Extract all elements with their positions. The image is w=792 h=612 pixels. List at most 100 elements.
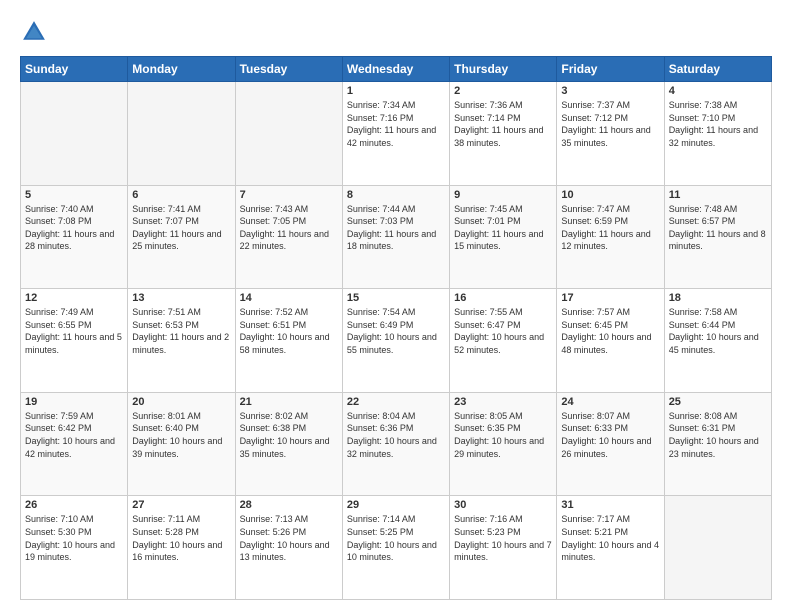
- calendar-table: SundayMondayTuesdayWednesdayThursdayFrid…: [20, 56, 772, 600]
- calendar-row: 19 Sunrise: 7:59 AMSunset: 6:42 PMDayligh…: [21, 392, 772, 496]
- day-number: 7: [240, 189, 338, 201]
- day-number: 12: [25, 292, 123, 304]
- logo: [20, 18, 52, 46]
- weekday-header-cell: Friday: [557, 57, 664, 82]
- day-number: 1: [347, 85, 445, 97]
- weekday-header-cell: Thursday: [450, 57, 557, 82]
- cell-info: Sunrise: 7:57 AMSunset: 6:45 PMDaylight:…: [561, 306, 659, 356]
- day-number: 5: [25, 189, 123, 201]
- calendar-cell: 24 Sunrise: 8:07 AMSunset: 6:33 PMDayligh…: [557, 392, 664, 496]
- calendar-cell: 10Sunrise: 7:47 AMSunset: 6:59 PMDayligh…: [557, 185, 664, 289]
- day-number: 27: [132, 499, 230, 511]
- calendar-cell: 8 Sunrise: 7:44 AMSunset: 7:03 PMDaylight…: [342, 185, 449, 289]
- cell-info: Sunrise: 7:51 AMSunset: 6:53 PMDaylight:…: [132, 306, 230, 356]
- calendar-cell: [664, 496, 771, 600]
- day-number: 23: [454, 396, 552, 408]
- weekday-header-cell: Sunday: [21, 57, 128, 82]
- cell-info: Sunrise: 8:02 AMSunset: 6:38 PMDaylight:…: [240, 410, 338, 460]
- day-number: 6: [132, 189, 230, 201]
- calendar-cell: [21, 82, 128, 186]
- day-number: 25: [669, 396, 767, 408]
- cell-info: Sunrise: 7:37 AMSunset: 7:12 PMDaylight:…: [561, 99, 659, 149]
- calendar-cell: 9 Sunrise: 7:45 AMSunset: 7:01 PMDaylight…: [450, 185, 557, 289]
- cell-info: Sunrise: 8:04 AMSunset: 6:36 PMDaylight:…: [347, 410, 445, 460]
- day-number: 4: [669, 85, 767, 97]
- day-number: 8: [347, 189, 445, 201]
- cell-info: Sunrise: 7:44 AMSunset: 7:03 PMDaylight:…: [347, 203, 445, 253]
- calendar-cell: 28Sunrise: 7:13 AMSunset: 5:26 PMDayligh…: [235, 496, 342, 600]
- calendar-cell: 2 Sunrise: 7:36 AMSunset: 7:14 PMDaylight…: [450, 82, 557, 186]
- day-number: 14: [240, 292, 338, 304]
- calendar-cell: 22Sunrise: 8:04 AMSunset: 6:36 PMDayligh…: [342, 392, 449, 496]
- calendar-cell: 6 Sunrise: 7:41 AMSunset: 7:07 PMDaylight…: [128, 185, 235, 289]
- cell-info: Sunrise: 7:36 AMSunset: 7:14 PMDaylight:…: [454, 99, 552, 149]
- calendar-cell: 21 Sunrise: 8:02 AMSunset: 6:38 PMDayligh…: [235, 392, 342, 496]
- calendar-cell: 16 Sunrise: 7:55 AMSunset: 6:47 PMDayligh…: [450, 289, 557, 393]
- cell-info: Sunrise: 7:11 AMSunset: 5:28 PMDaylight:…: [132, 513, 230, 563]
- day-number: 2: [454, 85, 552, 97]
- day-number: 13: [132, 292, 230, 304]
- calendar-cell: 12 Sunrise: 7:49 AMSunset: 6:55 PMDayligh…: [21, 289, 128, 393]
- logo-icon: [20, 18, 48, 46]
- calendar-cell: 15Sunrise: 7:54 AMSunset: 6:49 PMDayligh…: [342, 289, 449, 393]
- day-number: 11: [669, 189, 767, 201]
- header: [20, 18, 772, 46]
- day-number: 19: [25, 396, 123, 408]
- cell-info: Sunrise: 8:08 AMSunset: 6:31 PMDaylight:…: [669, 410, 767, 460]
- cell-info: Sunrise: 7:49 AMSunset: 6:55 PMDaylight:…: [25, 306, 123, 356]
- weekday-header-cell: Saturday: [664, 57, 771, 82]
- day-number: 9: [454, 189, 552, 201]
- cell-info: Sunrise: 7:14 AMSunset: 5:25 PMDaylight:…: [347, 513, 445, 563]
- cell-info: Sunrise: 8:05 AMSunset: 6:35 PMDaylight:…: [454, 410, 552, 460]
- day-number: 29: [347, 499, 445, 511]
- calendar-cell: 25 Sunrise: 8:08 AMSunset: 6:31 PMDayligh…: [664, 392, 771, 496]
- day-number: 18: [669, 292, 767, 304]
- cell-info: Sunrise: 7:48 AMSunset: 6:57 PMDaylight:…: [669, 203, 767, 253]
- cell-info: Sunrise: 7:40 AMSunset: 7:08 PMDaylight:…: [25, 203, 123, 253]
- day-number: 10: [561, 189, 659, 201]
- calendar-row: 5 Sunrise: 7:40 AMSunset: 7:08 PMDaylight…: [21, 185, 772, 289]
- calendar-cell: 27 Sunrise: 7:11 AMSunset: 5:28 PMDayligh…: [128, 496, 235, 600]
- day-number: 21: [240, 396, 338, 408]
- calendar-cell: 4 Sunrise: 7:38 AMSunset: 7:10 PMDaylight…: [664, 82, 771, 186]
- cell-info: Sunrise: 7:52 AMSunset: 6:51 PMDaylight:…: [240, 306, 338, 356]
- cell-info: Sunrise: 7:13 AMSunset: 5:26 PMDaylight:…: [240, 513, 338, 563]
- calendar-cell: 11 Sunrise: 7:48 AMSunset: 6:57 PMDayligh…: [664, 185, 771, 289]
- calendar-cell: [235, 82, 342, 186]
- cell-info: Sunrise: 7:55 AMSunset: 6:47 PMDaylight:…: [454, 306, 552, 356]
- calendar-row: 26Sunrise: 7:10 AMSunset: 5:30 PMDayligh…: [21, 496, 772, 600]
- cell-info: Sunrise: 7:54 AMSunset: 6:49 PMDaylight:…: [347, 306, 445, 356]
- calendar-cell: 23 Sunrise: 8:05 AMSunset: 6:35 PMDayligh…: [450, 392, 557, 496]
- cell-info: Sunrise: 7:43 AMSunset: 7:05 PMDaylight:…: [240, 203, 338, 253]
- calendar-cell: 3Sunrise: 7:37 AMSunset: 7:12 PMDaylight…: [557, 82, 664, 186]
- cell-info: Sunrise: 7:45 AMSunset: 7:01 PMDaylight:…: [454, 203, 552, 253]
- weekday-header-cell: Monday: [128, 57, 235, 82]
- day-number: 24: [561, 396, 659, 408]
- cell-info: Sunrise: 7:17 AMSunset: 5:21 PMDaylight:…: [561, 513, 659, 563]
- cell-info: Sunrise: 7:34 AMSunset: 7:16 PMDaylight:…: [347, 99, 445, 149]
- day-number: 26: [25, 499, 123, 511]
- calendar-cell: 13 Sunrise: 7:51 AMSunset: 6:53 PMDayligh…: [128, 289, 235, 393]
- calendar-cell: 7 Sunrise: 7:43 AMSunset: 7:05 PMDaylight…: [235, 185, 342, 289]
- calendar-cell: 17 Sunrise: 7:57 AMSunset: 6:45 PMDayligh…: [557, 289, 664, 393]
- calendar-cell: 5 Sunrise: 7:40 AMSunset: 7:08 PMDaylight…: [21, 185, 128, 289]
- day-number: 17: [561, 292, 659, 304]
- calendar-cell: 30Sunrise: 7:16 AMSunset: 5:23 PMDayligh…: [450, 496, 557, 600]
- calendar-cell: 20Sunrise: 8:01 AMSunset: 6:40 PMDayligh…: [128, 392, 235, 496]
- cell-info: Sunrise: 7:58 AMSunset: 6:44 PMDaylight:…: [669, 306, 767, 356]
- cell-info: Sunrise: 8:07 AMSunset: 6:33 PMDaylight:…: [561, 410, 659, 460]
- day-number: 16: [454, 292, 552, 304]
- calendar-cell: 14 Sunrise: 7:52 AMSunset: 6:51 PMDayligh…: [235, 289, 342, 393]
- calendar-body: 1 Sunrise: 7:34 AMSunset: 7:16 PMDaylight…: [21, 82, 772, 600]
- cell-info: Sunrise: 7:41 AMSunset: 7:07 PMDaylight:…: [132, 203, 230, 253]
- weekday-header-cell: Wednesday: [342, 57, 449, 82]
- cell-info: Sunrise: 7:59 AMSunset: 6:42 PMDaylight:…: [25, 410, 123, 460]
- calendar-row: 1 Sunrise: 7:34 AMSunset: 7:16 PMDaylight…: [21, 82, 772, 186]
- day-number: 30: [454, 499, 552, 511]
- page: SundayMondayTuesdayWednesdayThursdayFrid…: [0, 0, 792, 612]
- weekday-header-cell: Tuesday: [235, 57, 342, 82]
- cell-info: Sunrise: 7:38 AMSunset: 7:10 PMDaylight:…: [669, 99, 767, 149]
- calendar-cell: 26Sunrise: 7:10 AMSunset: 5:30 PMDayligh…: [21, 496, 128, 600]
- calendar-row: 12 Sunrise: 7:49 AMSunset: 6:55 PMDayligh…: [21, 289, 772, 393]
- day-number: 20: [132, 396, 230, 408]
